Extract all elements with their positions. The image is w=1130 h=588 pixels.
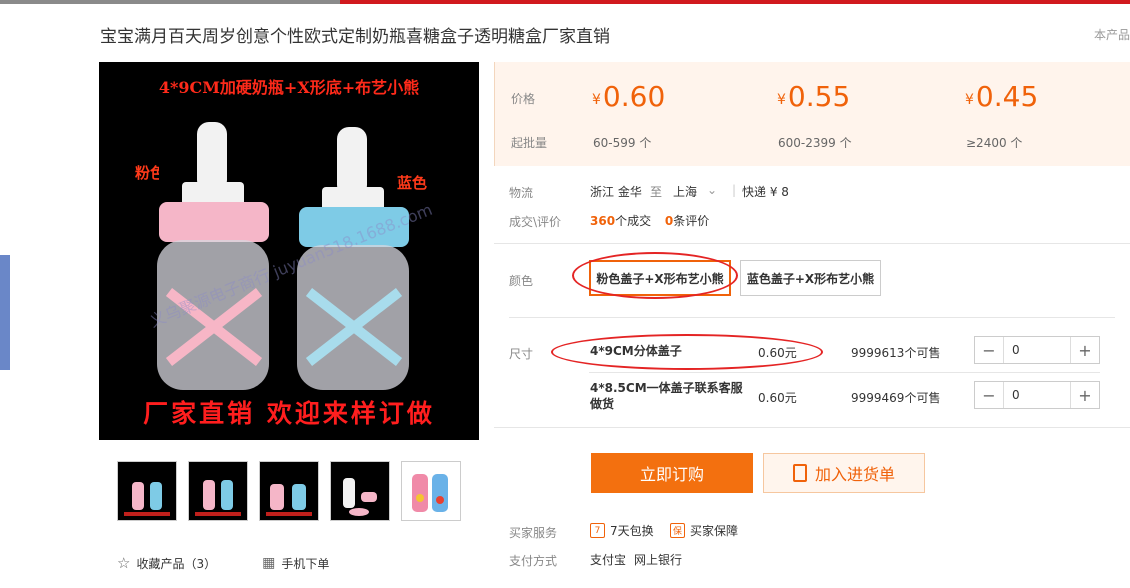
deals-label: 成交\评价	[509, 215, 562, 229]
favorite-label: 收藏产品（3）	[136, 556, 217, 571]
quantity-input-2[interactable]: 0	[1003, 382, 1071, 408]
increment-button-2[interactable]: +	[1071, 382, 1099, 408]
main-product-image[interactable]: 4*9CM加硬奶瓶+X形底+布艺小熊 粉色 蓝色 义乌聚源电子商行 juyuan…	[99, 62, 479, 440]
deal-count: 360	[590, 214, 616, 228]
size-price-1: 0.60元	[758, 346, 797, 360]
divider-1	[494, 243, 1130, 244]
logistics-to-word: 至	[650, 185, 663, 199]
image-bottom-text: 厂家直销 欢迎来样订做	[143, 399, 435, 428]
thumbnail-1[interactable]	[117, 461, 177, 521]
logistics-destination: 上海	[673, 185, 698, 199]
payment-label: 支付方式	[509, 554, 558, 568]
service-guarantee[interactable]: 保 买家保障	[670, 522, 738, 539]
price-tier-1: ¥0.60	[592, 80, 666, 113]
add-to-cart-button[interactable]: 加入进货单	[763, 453, 925, 493]
logistics-separator: |	[732, 183, 737, 197]
size-stock-2: 9999469个可售	[851, 391, 941, 405]
color-label: 颜色	[509, 274, 534, 288]
moq-label: 起批量	[511, 136, 548, 150]
service-exchange[interactable]: 7 7天包换	[590, 522, 654, 539]
qr-code-icon: ▦	[262, 555, 276, 571]
service-guarantee-text: 买家保障	[690, 524, 739, 538]
divider-2	[509, 317, 1115, 318]
review-text: 条评价	[673, 214, 710, 228]
thumbnail-2[interactable]	[188, 461, 248, 521]
service-label: 买家服务	[509, 526, 558, 540]
price-label: 价格	[511, 92, 536, 106]
deal-text: 个成交	[615, 214, 652, 228]
decrement-button-1[interactable]: −	[975, 337, 1003, 363]
thumbnail-4[interactable]	[330, 461, 390, 521]
side-note: 本产品	[1093, 28, 1130, 42]
price-tier-3: ¥0.45	[965, 80, 1039, 113]
shield-icon: 保	[670, 523, 685, 538]
thumbnail-3[interactable]	[259, 461, 319, 521]
color-option-blue[interactable]: 蓝色盖子+X形布艺小熊	[740, 260, 881, 296]
seven-day-icon: 7	[590, 523, 605, 538]
mobile-order-button[interactable]: ▦ 手机下单	[262, 554, 329, 572]
size-row-1: 4*9CM分体盖子 0.60元 9999613个可售 − 0 +	[590, 336, 1100, 380]
price-tier-2-range: 600-2399 个	[778, 136, 852, 150]
size-name-2: 4*8.5CM一体盖子联系客服做货	[590, 381, 743, 411]
logistics-express: 快递 ¥ 8	[742, 185, 789, 199]
chevron-down-icon: ⌄	[707, 183, 718, 197]
product-tools: ☆ 收藏产品（3） ▦ 手机下单	[117, 554, 329, 572]
size-name-1: 4*9CM分体盖子	[590, 344, 682, 358]
divider-3	[589, 372, 1100, 373]
size-label: 尺寸	[509, 347, 534, 361]
price-tier-1-range: 60-599 个	[593, 136, 652, 150]
top-bar-gray	[0, 0, 340, 4]
quantity-stepper-2: − 0 +	[974, 381, 1100, 409]
price-tier-3-range: ≥2400 个	[966, 136, 1023, 150]
deals-summary[interactable]: 360个成交 0条评价	[590, 212, 709, 229]
star-icon: ☆	[117, 554, 131, 572]
service-exchange-text: 7天包换	[610, 524, 654, 538]
divider-4	[494, 427, 1130, 428]
product-title: 宝宝满月百天周岁创意个性欧式定制奶瓶喜糖盒子透明糖盒厂家直销	[100, 27, 610, 47]
thumbnail-5[interactable]	[401, 461, 461, 521]
increment-button-1[interactable]: +	[1071, 337, 1099, 363]
size-row-2: 4*8.5CM一体盖子联系客服做货 0.60元 9999469个可售 − 0 +	[590, 380, 1100, 424]
left-side-tab[interactable]	[0, 255, 10, 370]
add-to-cart-label: 加入进货单	[814, 465, 895, 484]
favorite-button[interactable]: ☆ 收藏产品（3）	[117, 554, 216, 572]
price-tier-2: ¥0.55	[777, 80, 851, 113]
mobile-order-label: 手机下单	[281, 556, 330, 571]
logistics-destination-select[interactable]: 上海 ⌄	[673, 183, 717, 200]
review-count: 0	[664, 214, 674, 228]
decrement-button-2[interactable]: −	[975, 382, 1003, 408]
payment-online-bank: 网上银行	[634, 553, 683, 567]
price-block: 价格 起批量 ¥0.60 60-599 个 ¥0.55 600-2399 个 ¥…	[494, 62, 1130, 166]
quantity-stepper-1: − 0 +	[974, 336, 1100, 364]
buy-now-button[interactable]: 立即订购	[591, 453, 753, 493]
color-option-pink[interactable]: 粉色盖子+X形布艺小熊	[589, 260, 731, 296]
clipboard-icon	[792, 464, 807, 482]
quantity-input-1[interactable]: 0	[1003, 337, 1071, 363]
size-price-2: 0.60元	[758, 391, 797, 405]
payment-alipay: 支付宝	[590, 553, 627, 567]
logistics-from: 浙江 金华	[590, 185, 642, 199]
thumbnail-strip	[117, 461, 461, 521]
logistics-label: 物流	[509, 186, 534, 200]
size-stock-1: 9999613个可售	[851, 346, 941, 360]
